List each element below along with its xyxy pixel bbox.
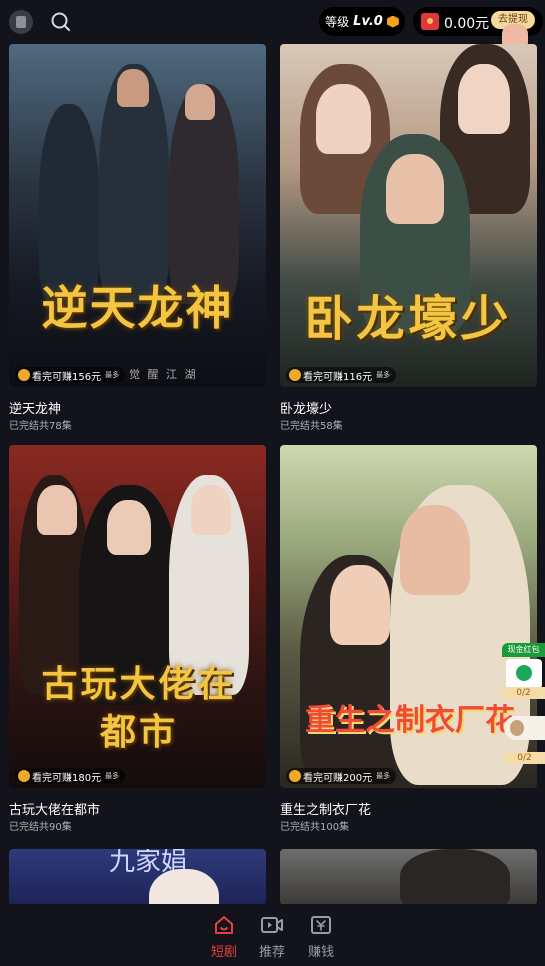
earn-text: 看完可赚180元 [32, 772, 102, 784]
poster-title-art: 卧龙壕少 [304, 291, 513, 347]
hexagon-icon [386, 15, 399, 28]
video-icon [261, 917, 283, 933]
balance-amount: 0.00元 [444, 16, 490, 32]
nav-tab-label: 推荐 [258, 945, 285, 960]
earn-text: 看完可赚116元 [303, 371, 373, 383]
episode-count: 已完结共100集 [280, 822, 350, 833]
drama-poster[interactable]: 卧龙壕少 看完可赚116元 最多 [280, 44, 537, 387]
money-icon [311, 916, 331, 934]
poster-title-art: 古玩大佬在都市 [41, 663, 237, 753]
cash-redpacket-count: 0/2 [502, 687, 545, 699]
nav-tab-short-drama[interactable]: 短剧 [204, 914, 244, 960]
nav-tab-recommend[interactable]: 推荐 [252, 914, 292, 960]
earn-suffix: 最多 [105, 371, 120, 379]
level-label: 等级 [325, 15, 350, 29]
nav-tab-label: 赚钱 [307, 945, 334, 960]
rocket-count: 0/2 [504, 752, 545, 764]
coin-icon [289, 770, 301, 782]
drama-poster[interactable]: 重生之制衣厂花 看完可赚200元 最多 [280, 445, 537, 788]
level-badge[interactable]: 等级 Lv.0 [319, 7, 405, 36]
episode-count: 已完结共78集 [9, 421, 72, 432]
cash-redpacket-widget[interactable]: 现金红包 0/2 [502, 643, 545, 699]
earn-text: 看完可赚156元 [32, 371, 102, 383]
drama-title[interactable]: 逆天龙神 [9, 398, 61, 417]
rocket-icon[interactable] [504, 716, 545, 740]
episode-count: 已完结共58集 [280, 421, 343, 432]
app-logo-icon[interactable] [9, 10, 33, 34]
earn-badge: 看完可赚116元 最多 [286, 367, 397, 383]
episode-count: 已完结共90集 [9, 822, 72, 833]
drama-poster[interactable]: 九家娟 [9, 849, 266, 905]
drama-title[interactable]: 重生之制衣厂花 [280, 799, 371, 818]
top-bar: 等级 Lv.0 0.00元 去提现 [0, 0, 545, 54]
earn-text: 看完可赚200元 [303, 772, 373, 784]
coin-icon [289, 369, 301, 381]
home-icon [215, 916, 233, 934]
earn-suffix: 最多 [105, 772, 120, 780]
drama-poster[interactable]: 逆天龙神 觉 醒 江 湖 看完可赚156元 最多 [9, 44, 266, 387]
drama-poster[interactable] [280, 849, 537, 905]
drama-title[interactable]: 卧龙壕少 [280, 398, 332, 417]
earn-suffix: 最多 [376, 772, 391, 780]
drama-poster[interactable]: 古玩大佬在都市 看完可赚180元 最多 [9, 445, 266, 788]
earn-badge: 看完可赚200元 最多 [286, 768, 397, 784]
nav-tab-earn[interactable]: 赚钱 [301, 914, 341, 960]
poster-title-art: 逆天龙神 [41, 281, 234, 335]
wechat-icon [506, 659, 542, 689]
earn-badge: 看完可赚180元 最多 [15, 768, 126, 784]
red-packet-icon [421, 13, 439, 30]
drama-title[interactable]: 古玩大佬在都市 [9, 799, 100, 818]
search-icon[interactable] [49, 10, 73, 34]
nav-tab-label: 短剧 [210, 945, 237, 960]
earn-suffix: 最多 [376, 371, 391, 379]
coin-icon [18, 369, 30, 381]
cash-redpacket-label: 现金红包 [502, 643, 545, 657]
poster-title-art: 重生之制衣厂花 [305, 703, 515, 738]
coin-icon [18, 770, 30, 782]
poster-subtitle-art: 觉 醒 江 湖 [129, 368, 198, 381]
earn-badge: 看完可赚156元 最多 [15, 367, 126, 383]
bottom-nav: 短剧 推荐 赚钱 [0, 904, 545, 966]
level-value: Lv.0 [353, 14, 383, 29]
